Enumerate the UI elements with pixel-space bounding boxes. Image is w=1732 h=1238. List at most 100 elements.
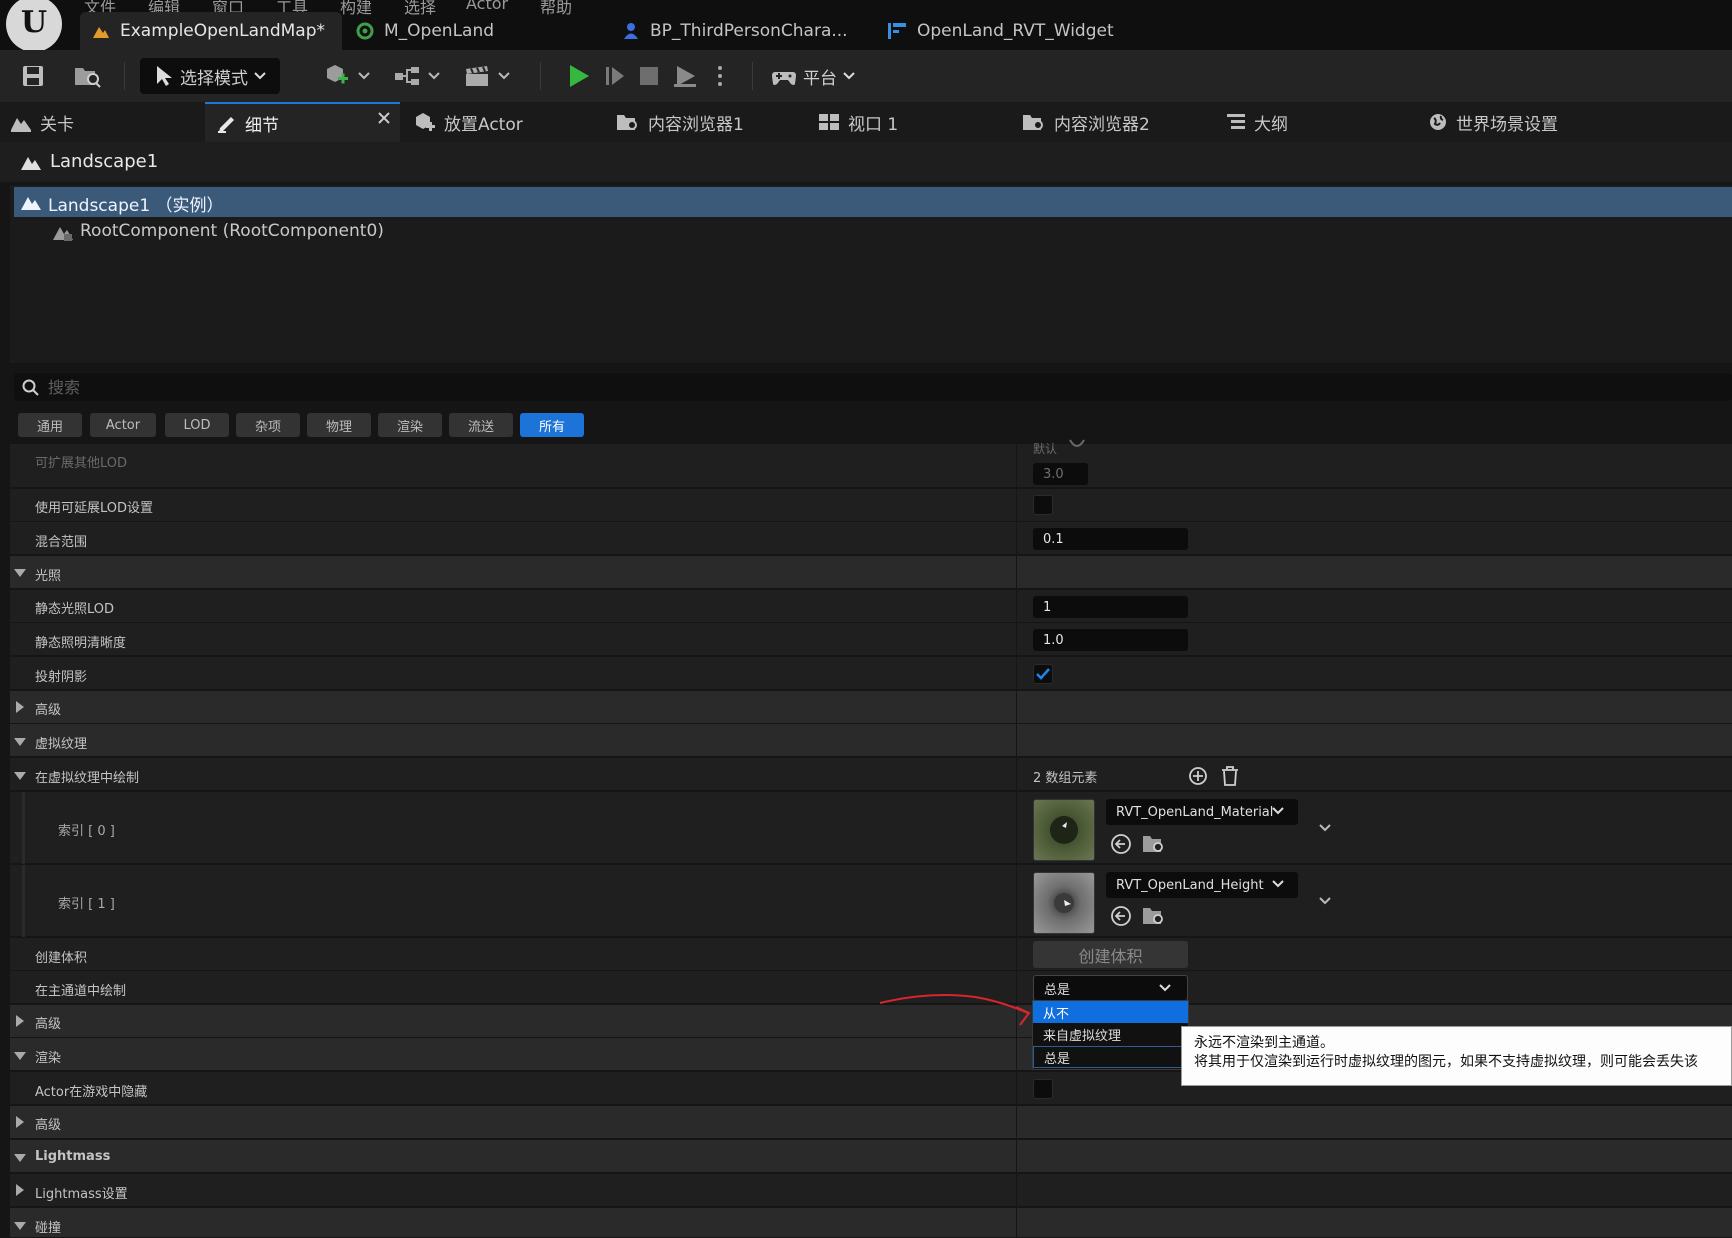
tab-content-browser-2[interactable]: 内容浏览器2: [1022, 102, 1150, 142]
use-lod-settings-checkbox[interactable]: [1033, 495, 1053, 515]
browse-asset-button[interactable]: [1142, 905, 1166, 927]
rvt-asset-picker[interactable]: RVT_OpenLand_Material: [1106, 799, 1298, 825]
save-button[interactable]: [18, 58, 48, 94]
category-row-virtual-texture[interactable]: [10, 724, 1732, 757]
filter-lod[interactable]: LOD: [165, 413, 229, 437]
doc-tab-level[interactable]: ExampleOpenLandMap*: [80, 12, 342, 50]
add-actor-icon: [327, 65, 348, 84]
clapper-icon: [466, 66, 488, 86]
doc-tab-blueprint[interactable]: BP_ThirdPersonChara...: [610, 12, 870, 50]
chevron-down-icon: [14, 1222, 26, 1230]
trash-icon: [1222, 766, 1238, 786]
chevron-down-icon[interactable]: [14, 772, 26, 780]
tab-label: 放置Actor: [444, 114, 523, 135]
cast-shadow-checkbox[interactable]: [1033, 664, 1053, 684]
tab-world-settings[interactable]: 世界场景设置: [1428, 102, 1558, 142]
content-browser-icon: [1023, 115, 1043, 130]
default-label: 默认: [1033, 442, 1058, 456]
play-options-button[interactable]: [710, 58, 730, 94]
tab-label: 大纲: [1254, 114, 1288, 135]
blueprint-button[interactable]: [392, 58, 442, 94]
tab-viewport-1[interactable]: 视口 1: [818, 102, 898, 142]
property-label: 索引 [ 0 ]: [58, 824, 115, 839]
play-button[interactable]: [564, 58, 594, 94]
filter-general[interactable]: 通用: [18, 413, 82, 437]
property-row[interactable]: [10, 1174, 1732, 1207]
option-never[interactable]: 从不: [1033, 1001, 1188, 1023]
category-row-lighting[interactable]: [10, 556, 1732, 589]
browse-button[interactable]: [72, 58, 104, 94]
chevron-down-icon: [254, 72, 266, 80]
select-mode-dropdown[interactable]: 选择模式: [140, 58, 280, 94]
browse-asset-button[interactable]: [1142, 833, 1166, 855]
doc-tab-material[interactable]: M_OpenLand: [344, 12, 594, 50]
option-always[interactable]: 总是: [1033, 1046, 1188, 1068]
platforms-button[interactable]: 平台: [768, 58, 858, 94]
toolbar-divider: [752, 62, 753, 90]
widget-icon: [888, 23, 906, 39]
close-icon: [378, 112, 390, 124]
actor-hidden-checkbox[interactable]: [1033, 1079, 1053, 1099]
tab-content-browser-1[interactable]: 内容浏览器1: [616, 102, 744, 142]
cinematics-button[interactable]: [462, 58, 512, 94]
option-from-virtual-texture[interactable]: 来自虚拟纹理: [1033, 1023, 1188, 1045]
tab-levels[interactable]: 关卡: [10, 102, 74, 142]
doc-tab-label: ExampleOpenLandMap*: [120, 21, 325, 41]
stop-button[interactable]: [634, 58, 664, 94]
place-actor-icon: [416, 113, 435, 131]
property-row: [10, 522, 1732, 555]
chevron-down-icon: [14, 1154, 26, 1162]
tab-outliner[interactable]: 大纲: [1226, 102, 1288, 142]
step-button[interactable]: [600, 58, 630, 94]
category-label: 渲染: [35, 1051, 62, 1066]
filter-physics[interactable]: 物理: [307, 413, 371, 437]
folder-search-icon: [75, 68, 101, 88]
property-label: Lightmass设置: [35, 1187, 128, 1202]
filter-rendering[interactable]: 渲染: [378, 413, 442, 437]
search-input[interactable]: [48, 375, 1648, 399]
add-element-button[interactable]: [1188, 766, 1208, 786]
chevron-down-icon: [14, 569, 26, 577]
viewport-icon: [819, 114, 839, 130]
tooltip-line-2: 将其用于仅渲染到运行时虚拟纹理的图元，如果不支持虚拟纹理，则可能会丢失该: [1194, 1054, 1698, 1070]
doc-tab-widget[interactable]: OpenLand_RVT_Widget: [875, 12, 1135, 50]
material-thumbnail[interactable]: [1033, 799, 1095, 861]
static-lighting-lod-field[interactable]: 1: [1033, 596, 1188, 618]
filter-actor[interactable]: Actor: [90, 413, 156, 437]
clear-elements-button[interactable]: [1221, 766, 1239, 786]
filter-streaming[interactable]: 流送: [449, 413, 513, 437]
use-selected-button[interactable]: [1110, 833, 1132, 855]
expand-element-button[interactable]: [1318, 823, 1332, 833]
use-selected-button[interactable]: [1110, 905, 1132, 927]
blend-range-field[interactable]: 0.1: [1033, 528, 1188, 550]
extended-lod-field[interactable]: 3.0: [1033, 463, 1088, 485]
category-row-advanced[interactable]: [10, 691, 1732, 724]
rvt-asset-picker[interactable]: RVT_OpenLand_Height: [1106, 872, 1298, 898]
height-thumbnail[interactable]: [1033, 872, 1095, 934]
category-row-advanced[interactable]: [10, 1106, 1732, 1139]
material-icon: [356, 22, 374, 40]
eject-button[interactable]: [670, 58, 700, 94]
expand-element-button[interactable]: [1318, 896, 1332, 906]
tab-details[interactable]: 细节: [205, 102, 400, 142]
static-lighting-resolution-field[interactable]: 1.0: [1033, 629, 1188, 651]
create-volume-button[interactable]: 创建体积: [1033, 941, 1188, 968]
toolbar-divider: [540, 62, 541, 90]
tab-place-actors[interactable]: 放置Actor: [414, 102, 523, 142]
component-row-instance[interactable]: [14, 187, 1732, 217]
asset-name: RVT_OpenLand_Height: [1116, 877, 1264, 893]
close-tab-button[interactable]: [378, 112, 390, 124]
property-row: [10, 444, 1732, 488]
tab-label: 细节: [245, 115, 279, 136]
category-row-collision[interactable]: [10, 1208, 1732, 1238]
filter-all[interactable]: 所有: [520, 413, 584, 437]
category-label: 高级: [35, 1017, 62, 1032]
category-row-lightmass[interactable]: [10, 1140, 1732, 1173]
doc-tab-label: M_OpenLand: [384, 21, 495, 41]
filter-misc[interactable]: 杂项: [236, 413, 300, 437]
tab-label: 视口 1: [848, 114, 899, 135]
category-label: 虚拟纹理: [35, 737, 88, 752]
add-actor-button[interactable]: [322, 58, 372, 94]
tab-label: 内容浏览器1: [648, 114, 744, 135]
indent-guide: [22, 865, 25, 937]
